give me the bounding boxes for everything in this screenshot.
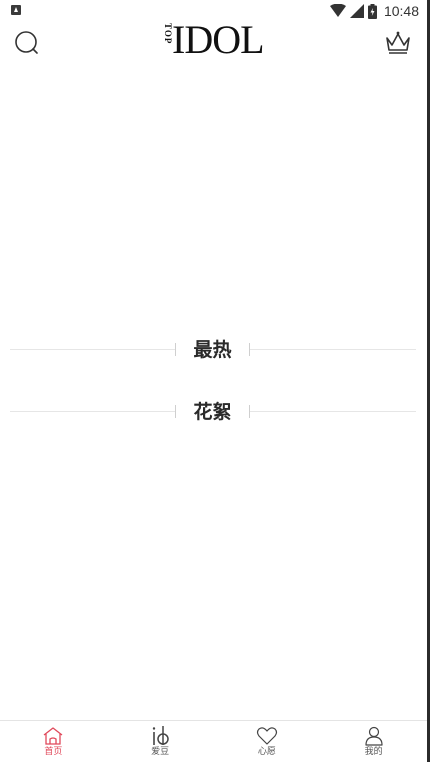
nav-item-profile[interactable]: 我的: [320, 721, 427, 762]
heart-icon: [256, 727, 277, 745]
bottom-nav: 首页 爱豆 心愿 我的: [0, 720, 427, 762]
notification-app-icon: [11, 5, 21, 15]
nav-label: 心愿: [257, 747, 276, 757]
nav-item-wish[interactable]: 心愿: [214, 721, 321, 762]
section-title: 最热: [193, 339, 232, 361]
nav-item-idol[interactable]: 爱豆: [107, 721, 214, 762]
divider-line: [10, 411, 175, 412]
nav-label: 爱豆: [151, 747, 170, 757]
divider-line: [10, 349, 175, 350]
wifi-icon: [329, 4, 346, 17]
crown-icon: [386, 31, 410, 54]
section-behind-the-scenes[interactable]: 花絮: [10, 397, 416, 427]
home-icon: [43, 727, 63, 745]
search-button[interactable]: [12, 28, 42, 58]
status-indicators: 10:48: [329, 2, 419, 20]
top-idol-logo: TOP IDOL: [162, 17, 265, 62]
status-time: 10:48: [383, 3, 419, 19]
nav-label: 我的: [364, 747, 383, 757]
search-icon: [15, 31, 38, 54]
battery-icon: [367, 3, 377, 19]
app-header: TOP IDOL: [0, 17, 427, 62]
logo-idol-text: IDOL: [172, 17, 265, 62]
divider-line: [250, 349, 416, 350]
section-hot[interactable]: 最热: [10, 335, 416, 365]
profile-icon: [365, 726, 383, 746]
nav-item-home[interactable]: 首页: [0, 721, 107, 762]
vip-button[interactable]: [384, 28, 412, 56]
section-title: 花絮: [193, 401, 232, 423]
nav-label: 首页: [44, 747, 63, 757]
signal-icon: [349, 4, 364, 18]
divider-line: [250, 411, 416, 412]
idol-icon: [152, 726, 169, 745]
